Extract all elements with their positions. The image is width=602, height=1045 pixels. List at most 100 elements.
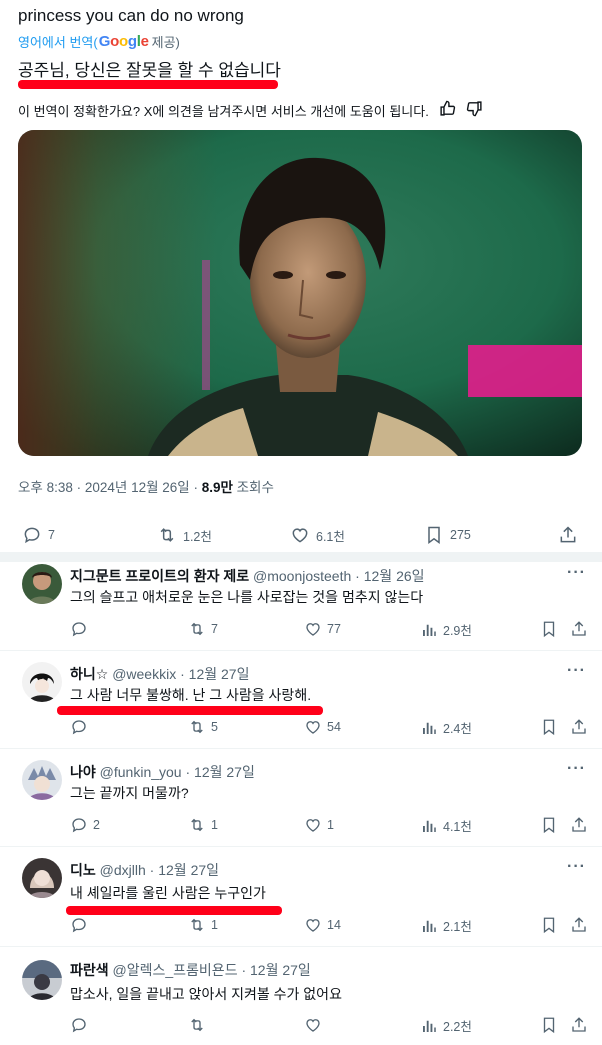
divider	[0, 748, 602, 749]
share-icon	[572, 817, 586, 832]
red-underline-mark	[57, 706, 323, 715]
google-logo: Google	[98, 33, 149, 50]
reply-icon	[72, 720, 86, 735]
share-button[interactable]	[558, 525, 578, 545]
divider	[0, 846, 602, 847]
avatar[interactable]	[22, 858, 62, 898]
more-icon[interactable]: ···	[567, 564, 586, 582]
retweet-button[interactable]: 1.2천	[157, 525, 212, 545]
reply-author-name[interactable]: 나야	[70, 764, 96, 780]
reply-item[interactable]: 나야 @funkin_you · 12월 27일 ··· 그는 끝까지 머물까?…	[0, 758, 602, 846]
reply-handle[interactable]: @moonjosteeth	[253, 568, 351, 584]
bookmark-button[interactable]	[540, 718, 558, 736]
bookmark-button[interactable]	[540, 1016, 558, 1034]
reply-handle[interactable]: @weekkix	[112, 666, 176, 682]
reply-date[interactable]: · 12월 27일	[185, 764, 254, 780]
reply-item[interactable]: 지그문트 프로이트의 환자 제로 @moonjosteeth · 12월 26일…	[0, 562, 602, 650]
reply-item[interactable]: 디노 @dxjllh · 12월 27일 ··· 내 셰일라를 울린 사람은 누…	[0, 856, 602, 946]
avatar[interactable]	[22, 662, 62, 702]
like-icon	[306, 623, 320, 636]
reply-author-name[interactable]: 지그문트 프로이트의 환자 제로	[70, 568, 249, 584]
reply-author-name[interactable]: 디노	[70, 862, 96, 878]
retweet-icon	[191, 720, 203, 734]
tweet-timestamp-views: 오후 8:38 · 2024년 12월 26일 · 8.9만 조회수	[18, 476, 274, 496]
share-button[interactable]	[570, 718, 588, 736]
views-button[interactable]: 2.4천	[420, 718, 472, 737]
like-button[interactable]: 14	[304, 916, 341, 934]
translate-prefix[interactable]: 영어에서 번역(	[18, 32, 98, 51]
reply-button[interactable]	[70, 620, 93, 638]
reply-header: 디노 @dxjllh · 12월 27일	[70, 860, 219, 880]
like-button[interactable]: 1	[304, 816, 334, 834]
like-button[interactable]: 6.1천	[290, 525, 345, 545]
retweet-button[interactable]	[188, 1016, 211, 1034]
reply-item[interactable]: 하니☆ @weekkix · 12월 27일 ··· 그 사람 너무 불쌍해. …	[0, 660, 602, 748]
more-icon[interactable]: ···	[567, 760, 586, 778]
reply-icon	[72, 818, 86, 833]
like-icon	[306, 1019, 320, 1032]
reply-date[interactable]: · 12월 27일	[150, 862, 219, 878]
reply-button[interactable]	[70, 718, 93, 736]
bookmark-icon	[543, 621, 555, 638]
reply-button[interactable]	[70, 916, 93, 934]
retweet-icon	[191, 622, 203, 636]
views-button[interactable]: 2.2천	[420, 1016, 472, 1035]
more-icon[interactable]: ···	[567, 858, 586, 876]
retweet-button[interactable]: 7	[188, 620, 218, 638]
like-button[interactable]	[304, 1016, 327, 1034]
tweet-translated-text: 공주님, 당신은 잘못을 할 수 없습니다	[18, 61, 281, 80]
retweet-button[interactable]: 1	[188, 816, 218, 834]
thumbs-down-icon[interactable]	[466, 100, 483, 120]
reply-date[interactable]: · 12월 27일	[241, 962, 310, 978]
more-icon[interactable]: ···	[567, 662, 586, 680]
views-button[interactable]: 4.1천	[420, 816, 472, 835]
views-icon	[423, 920, 436, 932]
bookmark-button[interactable]	[540, 620, 558, 638]
retweet-button[interactable]: 5	[188, 718, 218, 736]
reply-icon	[72, 918, 86, 933]
share-button[interactable]	[570, 620, 588, 638]
bookmark-button[interactable]	[540, 916, 558, 934]
views-icon	[423, 624, 436, 636]
reply-date[interactable]: · 12월 27일	[180, 666, 249, 682]
reply-handle[interactable]: @funkin_you	[100, 764, 182, 780]
tweet-time[interactable]: 오후 8:38 · 2024년 12월 26일 ·	[18, 480, 202, 495]
reply-button[interactable]: 7	[22, 525, 55, 545]
views-button[interactable]: 2.1천	[420, 916, 472, 935]
share-button[interactable]	[570, 816, 588, 834]
reply-handle[interactable]: @알렉스_프롬비욘드	[113, 962, 238, 978]
avatar[interactable]	[22, 564, 62, 604]
bookmark-button[interactable]: 275	[424, 525, 471, 545]
thumbs-up-icon[interactable]	[439, 100, 456, 120]
reply-icon	[72, 622, 86, 637]
views-button[interactable]: 2.9천	[420, 620, 472, 639]
reply-header: 나야 @funkin_you · 12월 27일	[70, 762, 255, 782]
avatar[interactable]	[22, 760, 62, 800]
retweet-icon	[191, 918, 203, 932]
reply-button[interactable]: 2	[70, 816, 100, 834]
share-icon	[572, 719, 586, 734]
reply-item[interactable]: 파란색 @알렉스_프롬비욘드 · 12월 27일 맙소사, 일을 끝내고 앉아서…	[0, 956, 602, 1044]
reply-text: 내 셰일라를 울린 사람은 누구인가	[70, 885, 266, 901]
tweet-media-image[interactable]	[18, 130, 582, 456]
reply-handle[interactable]: @dxjllh	[100, 862, 146, 878]
reply-author-name[interactable]: 하니☆	[70, 666, 108, 682]
bookmark-button[interactable]	[540, 816, 558, 834]
reply-button[interactable]	[70, 1016, 93, 1034]
bookmark-icon	[543, 719, 555, 736]
share-button[interactable]	[570, 916, 588, 934]
like-icon	[306, 721, 320, 734]
divider	[0, 946, 602, 947]
reply-author-name[interactable]: 파란색	[70, 962, 109, 978]
like-button[interactable]: 54	[304, 718, 341, 736]
avatar[interactable]	[22, 960, 62, 1000]
bookmark-icon	[543, 817, 555, 834]
like-button[interactable]: 77	[304, 620, 341, 638]
reply-date[interactable]: · 12월 26일	[355, 568, 424, 584]
share-icon	[572, 621, 586, 636]
translation-feedback: 이 번역이 정확한가요? X에 의견을 남겨주시면 서비스 개선에 도움이 됩니…	[18, 100, 483, 120]
translation-attribution: 영어에서 번역( Google 제공)	[18, 32, 180, 51]
bookmark-icon	[543, 917, 555, 934]
retweet-button[interactable]: 1	[188, 916, 218, 934]
share-button[interactable]	[570, 1016, 588, 1034]
